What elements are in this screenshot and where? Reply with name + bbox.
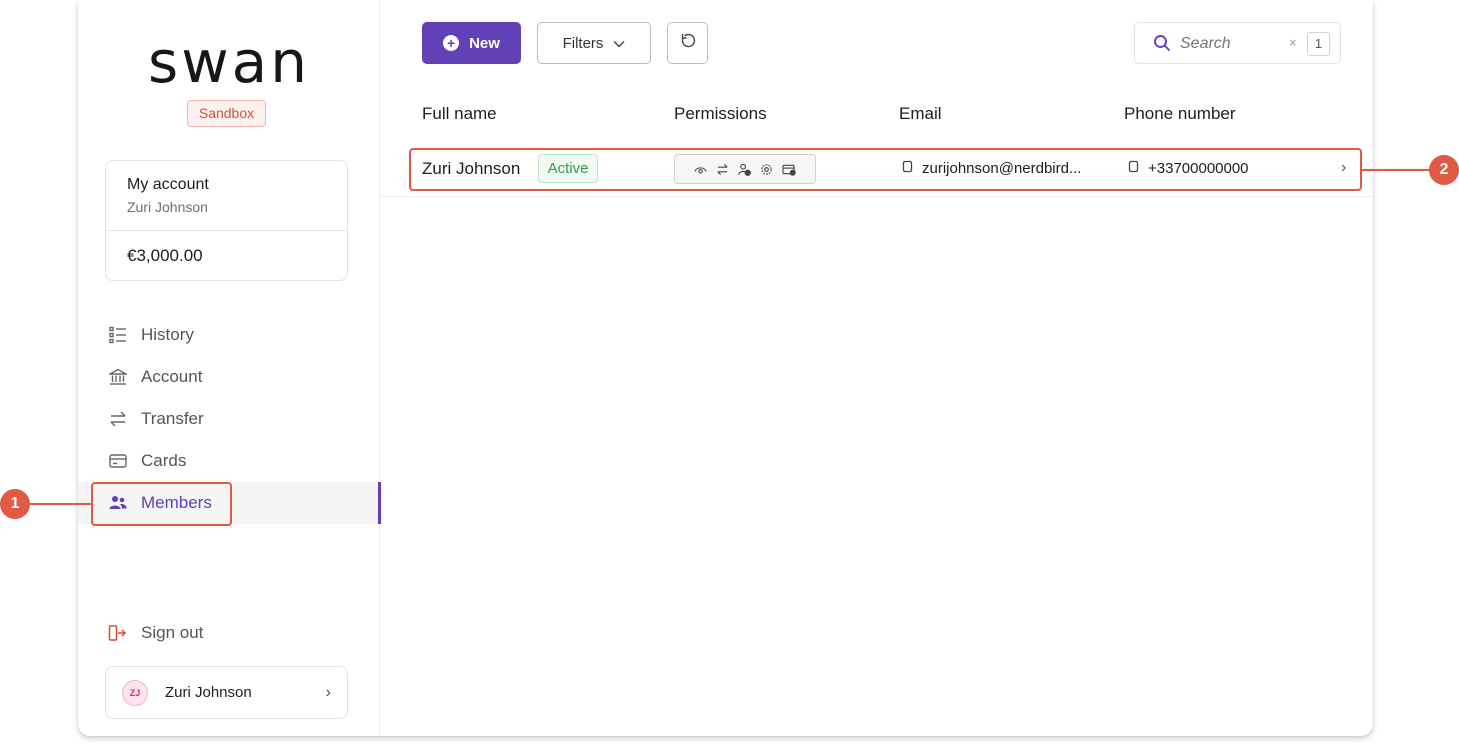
search-result-count: 1	[1307, 32, 1330, 56]
callout-line-2	[1361, 169, 1430, 171]
sidebar-item-cards[interactable]: Cards	[78, 440, 380, 482]
sign-out-icon	[108, 623, 128, 643]
account-balance: €3,000.00	[127, 246, 203, 265]
avatar: ZJ	[122, 679, 148, 706]
column-header-permissions: Permissions	[674, 104, 767, 123]
sidebar-item-label: History	[141, 325, 194, 344]
chevron-down-icon	[613, 35, 625, 52]
bank-icon	[108, 367, 128, 387]
callout-line-1	[30, 503, 92, 505]
sign-out-label: Sign out	[141, 623, 204, 642]
account-card-divider	[106, 230, 347, 231]
column-header-full-name: Full name	[422, 104, 497, 123]
sidebar-item-label: Account	[141, 367, 203, 386]
app-window: swan Sandbox My account Zuri Johnson €3,…	[78, 0, 1373, 736]
search-input[interactable]	[1180, 33, 1280, 55]
refresh-button[interactable]	[667, 22, 708, 64]
sidebar-item-account[interactable]: Account	[78, 356, 380, 398]
swan-logo: swan	[148, 28, 310, 96]
chevron-right-icon: ›	[325, 684, 331, 701]
account-holder-name: Zuri Johnson	[127, 199, 208, 215]
new-member-button[interactable]: + New	[422, 22, 521, 64]
new-button-label: New	[469, 34, 500, 52]
callout-badge-1: 1	[0, 489, 30, 519]
callout-badge-2: 2	[1429, 155, 1459, 185]
user-name: Zuri Johnson	[165, 684, 252, 701]
plus-circle-icon: +	[443, 35, 460, 51]
highlight-members-nav	[91, 482, 232, 526]
sidebar-item-history[interactable]: History	[78, 314, 380, 356]
column-header-phone: Phone number	[1124, 104, 1236, 123]
sidebar: swan Sandbox My account Zuri Johnson €3,…	[78, 0, 381, 736]
sidebar-item-transfer[interactable]: Transfer	[78, 398, 380, 440]
clear-search-icon[interactable]: ×	[1289, 35, 1297, 50]
environment-badge: Sandbox	[187, 100, 266, 127]
sign-out-button[interactable]: Sign out	[108, 620, 203, 646]
transfer-arrows-icon	[108, 409, 128, 429]
account-card[interactable]: My account Zuri Johnson €3,000.00	[105, 160, 348, 281]
filters-button[interactable]: Filters	[537, 22, 651, 64]
user-profile-card[interactable]: ZJ Zuri Johnson ›	[105, 666, 348, 719]
search-field: × 1	[1134, 22, 1341, 64]
refresh-icon	[680, 33, 696, 54]
history-list-icon	[108, 325, 128, 345]
account-card-title: My account	[127, 176, 209, 193]
highlight-member-row	[409, 148, 1362, 191]
search-icon	[1153, 34, 1171, 57]
main-content: + New Filters × 1 F	[381, 0, 1373, 736]
sidebar-item-label: Transfer	[141, 409, 204, 428]
sidebar-item-label: Cards	[141, 451, 187, 470]
filters-button-label: Filters	[562, 34, 604, 52]
column-header-email: Email	[899, 104, 942, 123]
card-icon	[108, 451, 128, 471]
